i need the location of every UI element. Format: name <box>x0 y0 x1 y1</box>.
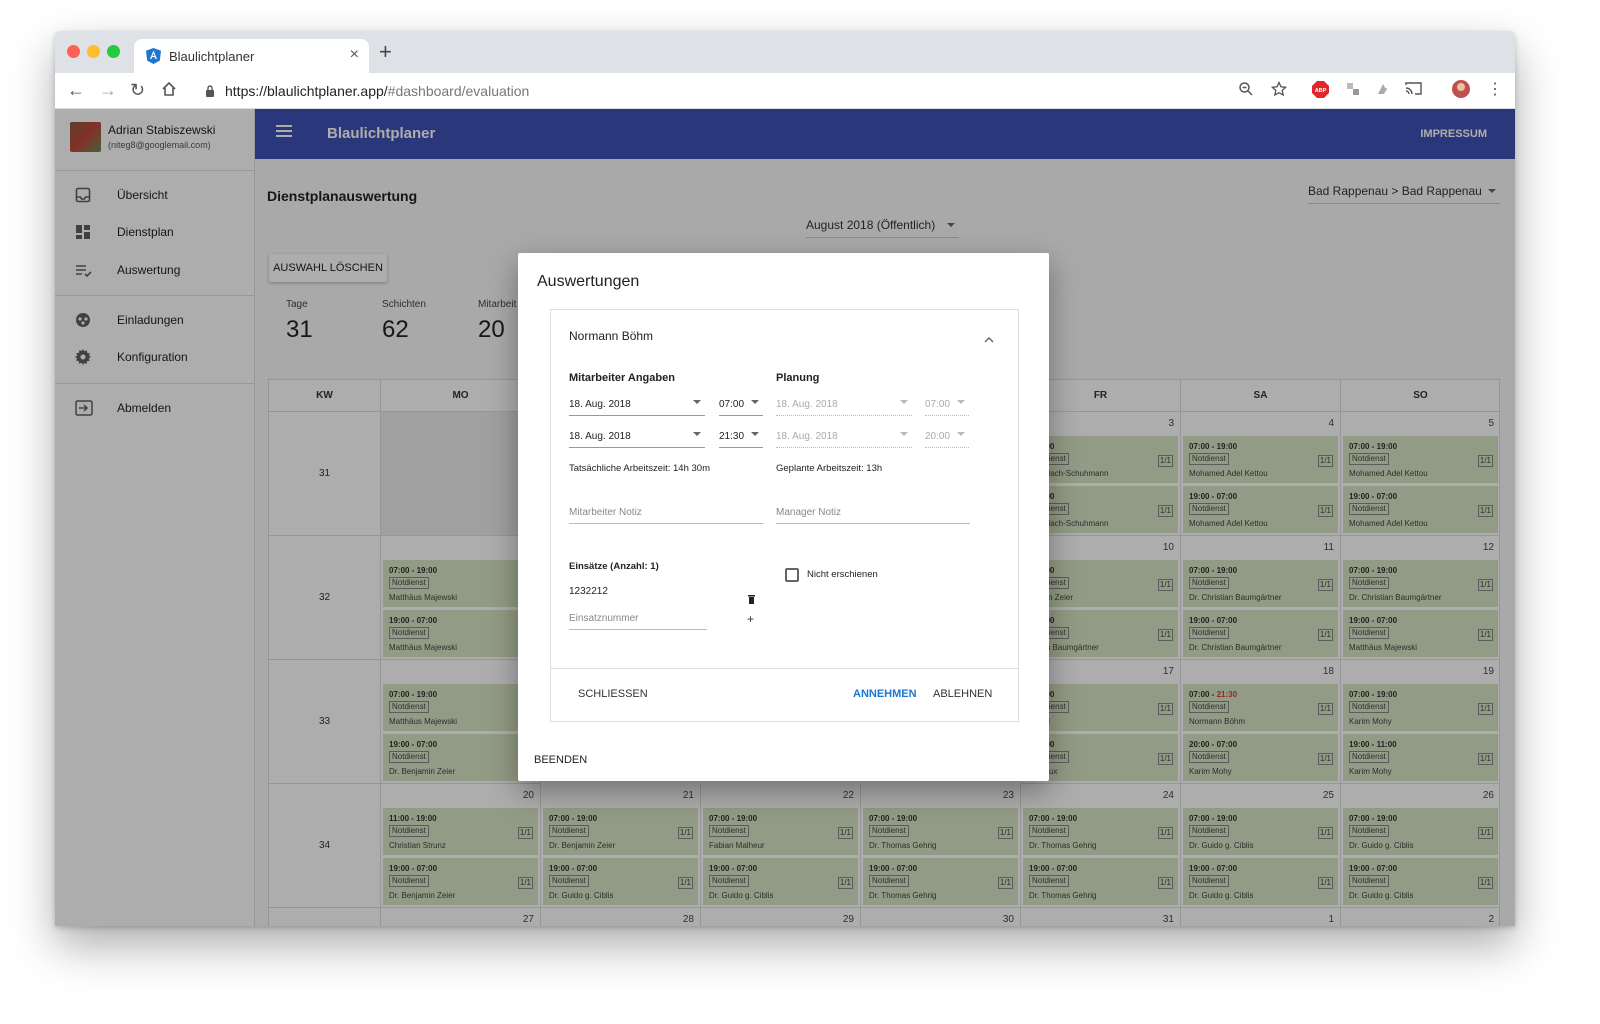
actual-start-date-select[interactable]: 18. Aug. 2018 <box>569 394 705 416</box>
panel-footer-divider <box>551 668 1018 669</box>
select-value: 18. Aug. 2018 <box>776 431 838 442</box>
planned-start-time-select: 07:00 <box>925 394 969 416</box>
close-window-button[interactable] <box>67 45 80 58</box>
no-show-checkbox[interactable] <box>785 568 799 582</box>
bookmark-star-icon[interactable] <box>1270 80 1288 102</box>
chevron-up-icon[interactable] <box>984 330 994 348</box>
actual-end-time-select[interactable]: 21:30 <box>719 426 763 448</box>
browser-tab[interactable]: Blaulichtplaner × <box>134 39 369 73</box>
dropdown-arrow-icon <box>751 400 759 404</box>
placeholder: Mitarbeiter Notiz <box>569 507 642 518</box>
select-value: 18. Aug. 2018 <box>569 399 631 410</box>
planned-hours-text: Geplante Arbeitszeit: 13h <box>776 463 883 474</box>
select-value: 07:00 <box>719 399 745 410</box>
accept-button[interactable]: ANNEHMEN <box>853 688 917 700</box>
evaluation-dialog: Auswertungen Normann Böhm Mitarbeiter An… <box>518 253 1049 781</box>
no-show-label: Nicht erschienen <box>807 569 878 580</box>
reload-icon[interactable]: ↻ <box>130 80 145 100</box>
actual-start-time-select[interactable]: 07:00 <box>719 394 763 416</box>
dropdown-arrow-icon <box>957 400 965 404</box>
lock-icon <box>205 84 215 102</box>
address-bar[interactable]: https://blaulichtplaner.app/#dashboard/e… <box>195 77 1305 105</box>
actual-hours-text: Tatsächliche Arbeitszeit: 14h 30m <box>569 463 710 474</box>
dropdown-arrow-icon <box>751 432 759 436</box>
employee-data-heading: Mitarbeiter Angaben <box>569 372 675 384</box>
new-tab-button[interactable]: + <box>379 41 392 63</box>
back-icon[interactable]: ← <box>67 80 85 100</box>
dialog-title: Auswertungen <box>537 273 640 290</box>
planned-end-time-select: 20:00 <box>925 426 969 448</box>
planning-heading: Planung <box>776 372 820 384</box>
tab-strip: Blaulichtplaner × + <box>55 31 1515 73</box>
reject-button[interactable]: ABLEHNEN <box>933 688 992 700</box>
home-icon[interactable] <box>161 81 177 101</box>
close-button[interactable]: SCHLIESSEN <box>578 688 648 700</box>
browser-toolbar: ← → ↻ https://blaulichtplaner.app/#dashb… <box>55 73 1515 109</box>
employee-name[interactable]: Normann Böhm <box>569 329 653 343</box>
cast-icon[interactable] <box>1405 81 1422 101</box>
app: Adrian Stabiszewski (niteg8@googlemail.c… <box>55 109 1515 926</box>
employee-panel: Normann Böhm Mitarbeiter Angaben Planung… <box>550 309 1019 722</box>
adblock-icon[interactable]: ABP <box>1312 81 1329 103</box>
url-text: https://blaulichtplaner.app/#dashboard/e… <box>225 83 530 99</box>
manager-note-input[interactable]: Manager Notiz <box>776 502 970 524</box>
placeholder: Einsatznummer <box>569 613 639 624</box>
extension-icon[interactable] <box>1345 81 1361 102</box>
angular-favicon-icon <box>146 48 161 69</box>
browser-window: Blaulichtplaner × + ← → ↻ https://blauli… <box>55 31 1515 926</box>
maximize-window-button[interactable] <box>107 45 120 58</box>
select-value: 18. Aug. 2018 <box>776 399 838 410</box>
select-value: 20:00 <box>925 431 951 442</box>
dropdown-arrow-icon <box>693 432 701 436</box>
actual-end-date-select[interactable]: 18. Aug. 2018 <box>569 426 705 448</box>
deployment-number: 1232212 <box>569 586 608 597</box>
dropdown-arrow-icon <box>900 400 908 404</box>
select-value: 21:30 <box>719 431 745 442</box>
deployment-number-input[interactable]: Einsatznummer <box>569 608 707 630</box>
drive-icon[interactable] <box>1375 81 1391 102</box>
minimize-window-button[interactable] <box>87 45 100 58</box>
profile-avatar-icon[interactable] <box>1451 79 1471 104</box>
dropdown-arrow-icon <box>957 432 965 436</box>
delete-icon[interactable] <box>748 591 755 609</box>
zoom-icon[interactable] <box>1238 81 1254 102</box>
forward-icon[interactable]: → <box>99 80 117 100</box>
planned-start-date-select: 18. Aug. 2018 <box>776 394 912 416</box>
tab-title: Blaulichtplaner <box>169 49 255 64</box>
employee-note-input[interactable]: Mitarbeiter Notiz <box>569 502 763 524</box>
close-tab-icon[interactable]: × <box>350 46 359 64</box>
browser-menu-icon[interactable]: ⋮ <box>1487 79 1503 99</box>
finish-button[interactable]: BEENDEN <box>534 754 587 766</box>
deployments-heading: Einsätze (Anzahl: 1) <box>569 561 659 572</box>
planned-end-date-select: 18. Aug. 2018 <box>776 426 912 448</box>
placeholder: Manager Notiz <box>776 507 842 518</box>
add-icon[interactable]: + <box>747 612 754 626</box>
svg-text:ABP: ABP <box>1315 88 1327 94</box>
select-value: 18. Aug. 2018 <box>569 431 631 442</box>
select-value: 07:00 <box>925 399 951 410</box>
dropdown-arrow-icon <box>900 432 908 436</box>
dropdown-arrow-icon <box>693 400 701 404</box>
